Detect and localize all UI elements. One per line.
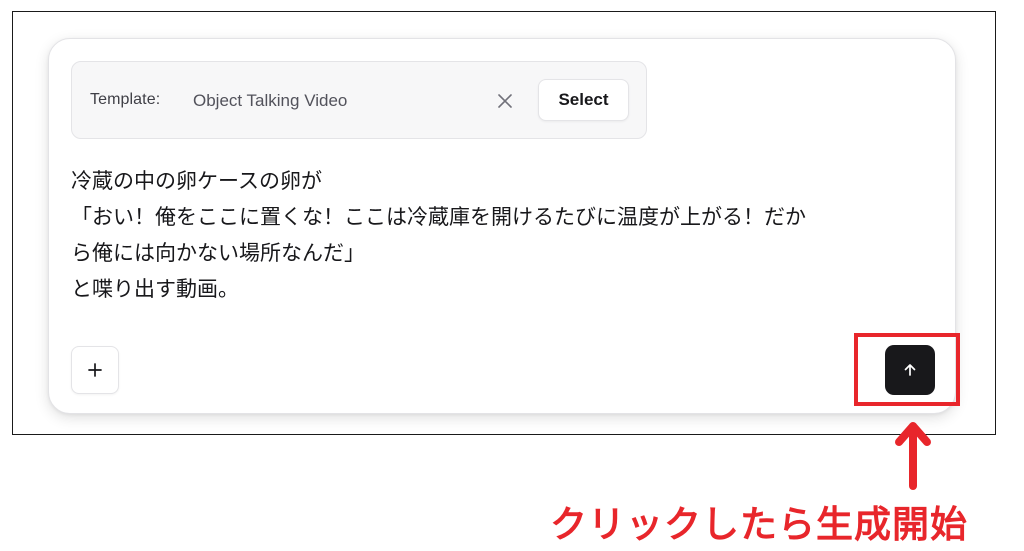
prompt-line: 「おい！俺をここに置くな！ここは冷蔵庫を開けるたびに温度が上がる！だか [71, 205, 806, 229]
template-label: Template: [90, 91, 161, 108]
prompt-line: ら俺には向かない場所なんだ」 [71, 241, 365, 265]
send-button[interactable] [885, 345, 935, 395]
prompt-composer: Template: Object Talking Video Select 冷蔵… [48, 38, 956, 414]
annotation-label: クリックしたら生成開始 [550, 503, 968, 546]
add-attachment-button[interactable] [71, 346, 119, 394]
prompt-line: と喋り出す動画。 [71, 277, 239, 301]
prompt-line: 冷蔵の中の卵ケースの卵が [71, 169, 322, 193]
template-selector: Template: Object Talking Video Select [71, 61, 647, 139]
clear-template-button[interactable] [492, 88, 518, 114]
plus-icon [88, 363, 102, 377]
prompt-textarea[interactable]: 冷蔵の中の卵ケースの卵が 「おい！俺をここに置くな！ここは冷蔵庫を開けるたびに温… [71, 163, 941, 307]
x-icon [498, 94, 512, 108]
select-template-button[interactable]: Select [538, 79, 629, 121]
arrow-up-icon [904, 364, 916, 376]
annotation-arrow-icon [895, 422, 931, 490]
template-value: Object Talking Video [193, 91, 348, 110]
